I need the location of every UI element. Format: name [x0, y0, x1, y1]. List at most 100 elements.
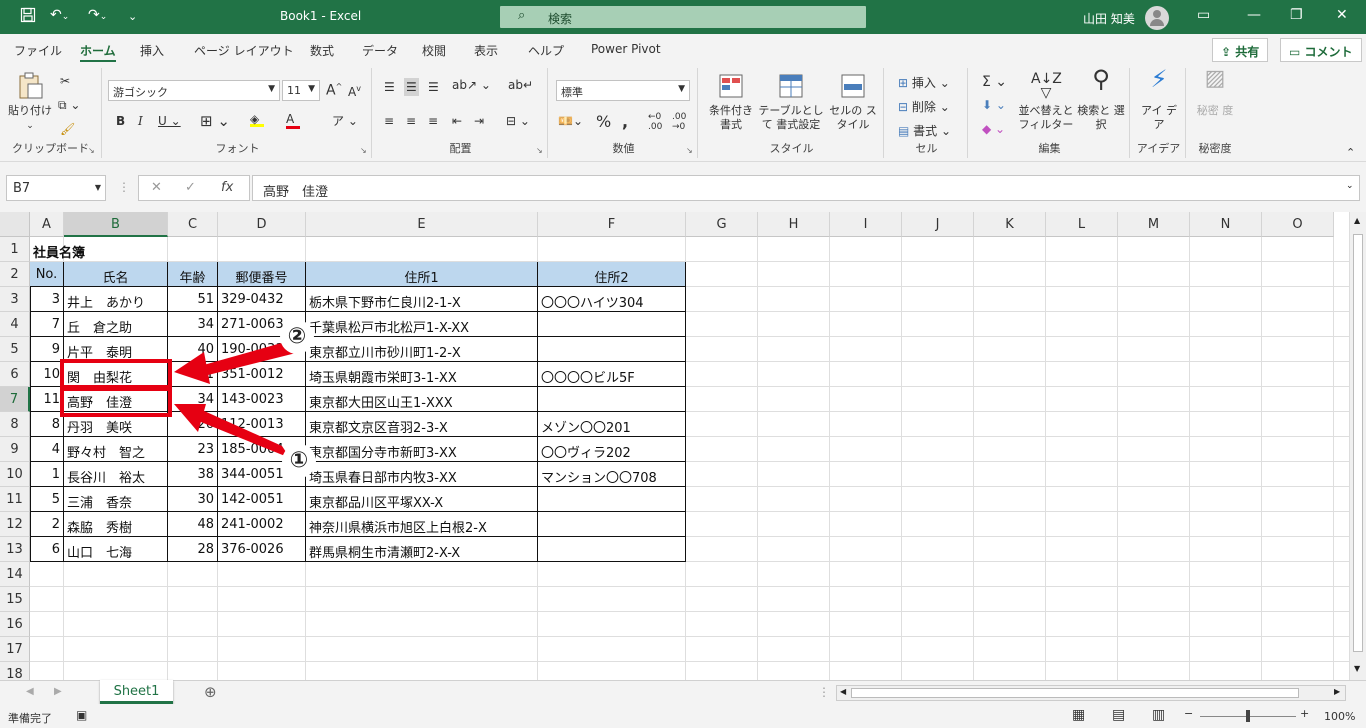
- table-cell[interactable]: [538, 512, 686, 537]
- column-header-e[interactable]: E: [306, 212, 538, 237]
- table-cell[interactable]: メゾン〇〇201: [538, 412, 686, 437]
- decrease-font-icon[interactable]: Av: [348, 84, 361, 99]
- column-header-l[interactable]: L: [1046, 212, 1118, 237]
- minimize-icon[interactable]: —: [1247, 7, 1261, 23]
- sort-filter-button[interactable]: A↓Z ▽ 並べ替えと フィルター: [1016, 72, 1076, 132]
- table-header-cell[interactable]: 住所2: [538, 262, 686, 287]
- decrease-indent-icon[interactable]: ⇤: [452, 114, 462, 128]
- page-layout-view-icon[interactable]: ▤: [1112, 707, 1125, 723]
- table-cell[interactable]: 9: [30, 337, 64, 362]
- table-cell[interactable]: 1: [30, 462, 64, 487]
- row-header-16[interactable]: 16: [0, 612, 30, 637]
- table-cell[interactable]: 48: [168, 512, 218, 537]
- table-cell[interactable]: 10: [30, 362, 64, 387]
- row-header-9[interactable]: 9: [0, 437, 30, 462]
- scroll-up-icon[interactable]: ▲: [1354, 216, 1360, 225]
- row-header-14[interactable]: 14: [0, 562, 30, 587]
- table-cell[interactable]: [538, 387, 686, 412]
- table-cell[interactable]: 東京都立川市砂川町1-2-X: [306, 337, 538, 362]
- customize-toolbar-icon[interactable]: ⌄: [128, 10, 137, 23]
- tab-data[interactable]: データ: [362, 42, 398, 59]
- vertical-scroll-thumb[interactable]: [1353, 234, 1363, 652]
- format-as-table-button[interactable]: テーブルとして 書式設定: [756, 72, 826, 132]
- table-cell[interactable]: 〇〇〇ハイツ304: [538, 287, 686, 312]
- bold-icon[interactable]: B: [116, 114, 125, 128]
- table-cell[interactable]: 栃木県下野市仁良川2-1-X: [306, 287, 538, 312]
- table-header-cell[interactable]: 郵便番号: [218, 262, 306, 287]
- prev-sheet-icon[interactable]: ◀: [26, 686, 34, 697]
- column-header-b[interactable]: B: [64, 212, 168, 237]
- table-cell[interactable]: 41: [168, 362, 218, 387]
- table-cell[interactable]: [538, 312, 686, 337]
- table-cell[interactable]: 40: [168, 337, 218, 362]
- orientation-icon[interactable]: ab↗ ⌄: [452, 78, 491, 92]
- find-select-button[interactable]: ⚲ 検索と 選択: [1076, 67, 1126, 132]
- table-cell[interactable]: 野々村 智之: [64, 437, 168, 462]
- row-header-3[interactable]: 3: [0, 287, 30, 312]
- zoom-slider-thumb[interactable]: [1246, 710, 1250, 722]
- row-header-12[interactable]: 12: [0, 512, 30, 537]
- restore-icon[interactable]: ❐: [1290, 7, 1303, 23]
- format-painter-icon[interactable]: 🖌: [60, 122, 75, 136]
- table-cell[interactable]: 山口 七海: [64, 537, 168, 562]
- table-cell[interactable]: 三浦 香奈: [64, 487, 168, 512]
- collapse-ribbon-icon[interactable]: ⌃: [1346, 146, 1355, 159]
- row-header-2[interactable]: 2: [0, 262, 30, 287]
- percent-icon[interactable]: %: [596, 112, 611, 131]
- table-cell[interactable]: 神奈川県横浜市旭区上白根2-X: [306, 512, 538, 537]
- align-bottom-icon[interactable]: ☰: [428, 80, 439, 94]
- paste-button[interactable]: 貼り付け ⌄: [6, 72, 54, 133]
- table-cell[interactable]: 井上 あかり: [64, 287, 168, 312]
- sheet-tab-sheet1[interactable]: Sheet1: [100, 680, 173, 704]
- row-header-15[interactable]: 15: [0, 587, 30, 612]
- underline-icon[interactable]: U ⌄: [158, 114, 181, 128]
- table-cell[interactable]: 森脇 秀樹: [64, 512, 168, 537]
- table-cell[interactable]: 丘 倉之助: [64, 312, 168, 337]
- align-center-icon[interactable]: ≡: [406, 114, 416, 128]
- table-cell[interactable]: 〇〇ヴィラ202: [538, 437, 686, 462]
- undo-icon[interactable]: ↶⌄: [50, 7, 69, 23]
- table-cell[interactable]: 143-0023: [218, 387, 306, 412]
- table-cell[interactable]: マンション〇〇708: [538, 462, 686, 487]
- merge-center-icon[interactable]: ⊟ ⌄: [506, 114, 530, 128]
- save-icon[interactable]: [20, 7, 36, 27]
- table-cell[interactable]: 東京都大田区山王1-XXX: [306, 387, 538, 412]
- table-cell[interactable]: 長谷川 裕太: [64, 462, 168, 487]
- row-header-1[interactable]: 1: [0, 237, 30, 262]
- table-cell[interactable]: 11: [30, 387, 64, 412]
- table-cell[interactable]: 5: [30, 487, 64, 512]
- column-header-j[interactable]: J: [902, 212, 974, 237]
- table-cell[interactable]: 8: [30, 412, 64, 437]
- borders-icon[interactable]: ⊞ ⌄: [200, 112, 230, 130]
- table-cell[interactable]: 4: [30, 437, 64, 462]
- comment-button[interactable]: ▭ コメント: [1280, 38, 1362, 62]
- table-cell[interactable]: 351-0012: [218, 362, 306, 387]
- table-cell[interactable]: 埼玉県朝霞市栄町3-1-XX: [306, 362, 538, 387]
- horizontal-scroll-thumb[interactable]: [851, 688, 1299, 698]
- dialog-launcher-icon[interactable]: ↘: [686, 146, 693, 155]
- table-header-cell[interactable]: 住所1: [306, 262, 538, 287]
- select-all-corner[interactable]: [0, 212, 30, 237]
- column-header-h[interactable]: H: [758, 212, 830, 237]
- table-cell[interactable]: 30: [168, 487, 218, 512]
- table-cell[interactable]: 〇〇〇〇ビル5F: [538, 362, 686, 387]
- table-cell[interactable]: 329-0432: [218, 287, 306, 312]
- table-cell[interactable]: 112-0013: [218, 412, 306, 437]
- wrap-text-icon[interactable]: ab↵: [508, 78, 533, 92]
- user-name[interactable]: 山田 知美: [1083, 10, 1135, 27]
- table-cell[interactable]: 埼玉県春日部市内牧3-XX: [306, 462, 538, 487]
- font-size-combo[interactable]: 11 ▼: [282, 80, 320, 101]
- zoom-out-icon[interactable]: −: [1184, 707, 1193, 720]
- clear-icon[interactable]: ◆ ⌄: [982, 122, 1005, 136]
- close-icon[interactable]: ✕: [1336, 7, 1348, 23]
- tab-insert[interactable]: 挿入: [140, 42, 164, 59]
- table-cell[interactable]: [538, 337, 686, 362]
- normal-view-icon[interactable]: ▦: [1072, 707, 1085, 723]
- next-sheet-icon[interactable]: ▶: [54, 686, 62, 697]
- increase-font-icon[interactable]: A^: [326, 82, 342, 99]
- tab-help[interactable]: ヘルプ: [528, 42, 564, 59]
- table-cell[interactable]: 東京都文京区音羽2-3-X: [306, 412, 538, 437]
- cancel-icon[interactable]: ✕: [151, 180, 162, 195]
- share-button[interactable]: ⇪ 共有: [1212, 38, 1269, 62]
- column-header-m[interactable]: M: [1118, 212, 1190, 237]
